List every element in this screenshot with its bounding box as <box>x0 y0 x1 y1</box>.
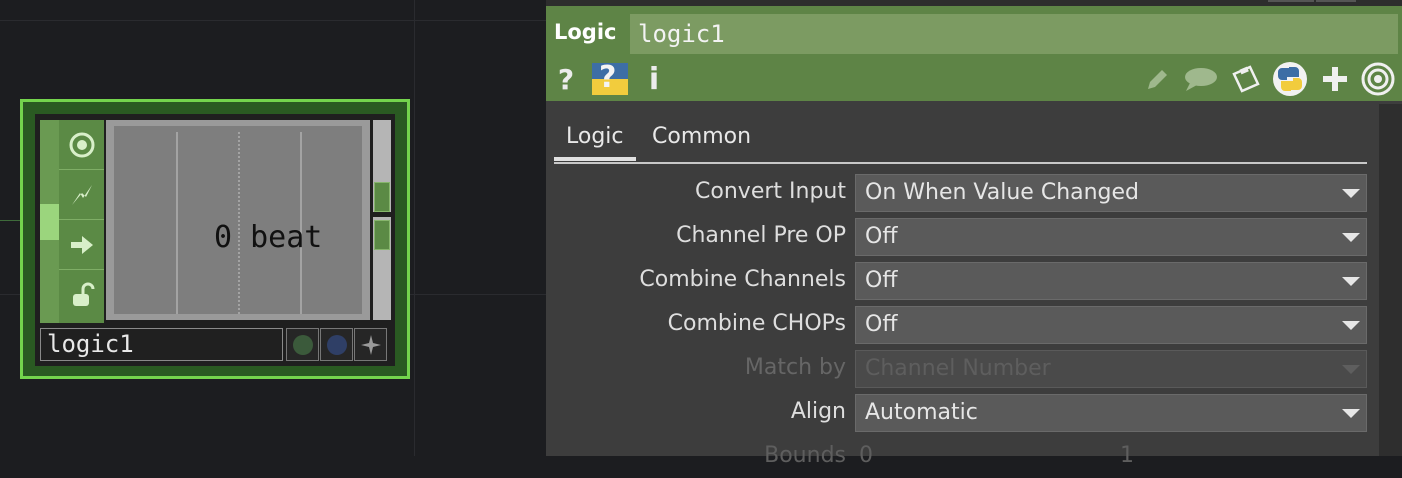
node-viewer[interactable]: 0 beat <box>106 120 370 320</box>
param-channel-pre-op: Channel Pre OP Off <box>546 218 1402 258</box>
op-type-label: Logic <box>554 20 617 44</box>
param-combine-channels: Combine Channels Off <box>546 262 1402 302</box>
param-label: Align <box>790 399 846 424</box>
export-flag-icon[interactable] <box>59 220 104 270</box>
tab-common[interactable]: Common <box>652 124 751 149</box>
param-label: Match by <box>744 355 846 380</box>
chevron-down-icon <box>1342 321 1360 330</box>
param-label: Channel Pre OP <box>676 223 846 248</box>
viewer-flag-icon[interactable] <box>59 120 104 170</box>
clone-star-icon[interactable] <box>354 328 387 361</box>
op-header: Logic logic1 ? ? i <box>546 6 1402 101</box>
chevron-down-icon <box>1342 365 1360 374</box>
render-dot-icon[interactable] <box>320 328 353 361</box>
display-dot-icon[interactable] <box>286 328 319 361</box>
param-label: Combine CHOPs <box>667 311 846 336</box>
node-flags <box>59 120 104 323</box>
viewer-readout: 0 beat <box>214 220 323 255</box>
output-connector[interactable] <box>374 220 390 250</box>
param-convert-input: Convert Input On When Value Changed <box>546 174 1402 214</box>
plus-icon[interactable] <box>1320 62 1350 96</box>
chevron-down-icon <box>1342 277 1360 286</box>
logic-chop-node[interactable]: 0 beat logic1 <box>20 99 410 379</box>
panel-scrollbar[interactable] <box>1379 104 1402 456</box>
python-help-icon[interactable]: ? <box>590 60 630 96</box>
convert-input-menu[interactable]: On When Value Changed <box>855 174 1367 212</box>
beat-marker <box>176 132 178 314</box>
python-icon[interactable] <box>1272 62 1308 96</box>
input-connector[interactable] <box>40 120 59 323</box>
grid-line <box>0 20 546 21</box>
target-icon[interactable] <box>1360 62 1396 96</box>
param-combine-chops: Combine CHOPs Off <box>546 306 1402 346</box>
chevron-down-icon <box>1342 409 1360 418</box>
param-label: Convert Input <box>695 179 846 204</box>
grid-line <box>414 0 415 456</box>
chevron-down-icon <box>1342 189 1360 198</box>
output-connector[interactable] <box>374 182 390 212</box>
param-align: Align Automatic <box>546 394 1402 434</box>
align-menu[interactable]: Automatic <box>855 394 1367 432</box>
help-icon[interactable]: ? <box>554 62 578 96</box>
op-name-field[interactable]: logic1 <box>630 14 1398 54</box>
info-icon[interactable]: i <box>646 62 662 97</box>
param-tabs: Logic Common <box>554 118 1367 164</box>
clipboard-icon[interactable] <box>1228 62 1262 96</box>
comment-icon[interactable] <box>1184 62 1218 96</box>
edit-icon[interactable] <box>1144 62 1172 96</box>
param-bounds: Bounds 0 1 <box>546 438 1402 478</box>
lock-flag-icon[interactable] <box>59 270 104 320</box>
output-strip <box>373 120 391 320</box>
chevron-down-icon <box>1342 233 1360 242</box>
param-match-by: Match by Channel Number <box>546 350 1402 390</box>
channel-pre-op-menu[interactable]: Off <box>855 218 1367 256</box>
combine-chops-menu[interactable]: Off <box>855 306 1367 344</box>
parameter-panel: Logic logic1 ? ? i Logic Common Convert … <box>546 0 1402 468</box>
bypass-flag-icon[interactable] <box>59 170 104 220</box>
node-body: 0 beat logic1 <box>35 114 395 366</box>
node-name[interactable]: logic1 <box>40 328 283 361</box>
combine-channels-menu[interactable]: Off <box>855 262 1367 300</box>
param-label: Combine Channels <box>639 267 846 292</box>
match-by-menu: Channel Number <box>855 350 1367 388</box>
tab-logic[interactable]: Logic <box>554 124 635 161</box>
